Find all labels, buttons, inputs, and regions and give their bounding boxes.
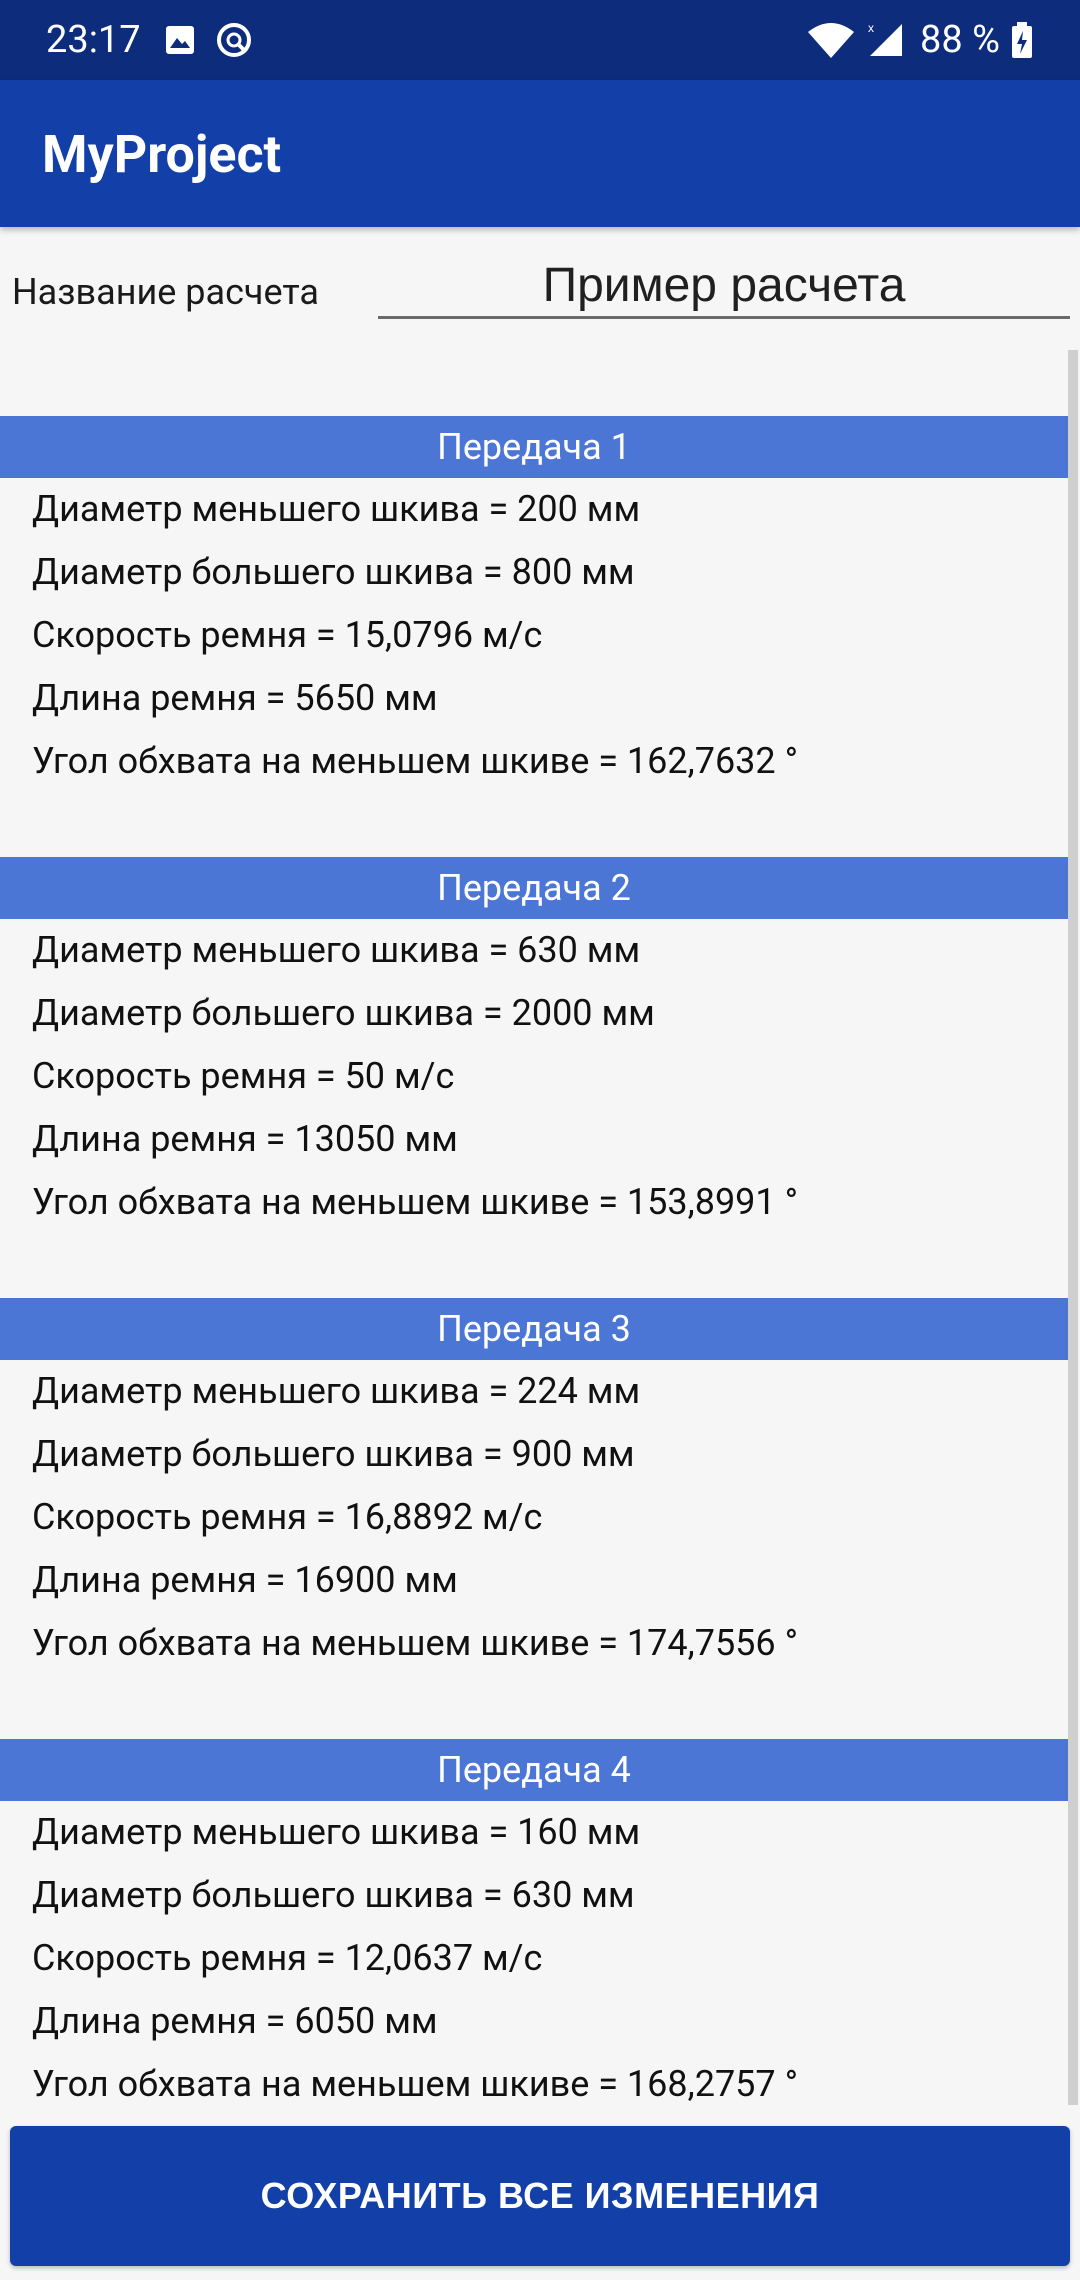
gear-row-belt-speed: Скорость ремня = 12,0637 м/с: [32, 1937, 543, 1979]
save-all-button[interactable]: СОХРАНИТЬ ВСЕ ИЗМЕНЕНИЯ: [10, 2126, 1070, 2266]
app-title: MyProject: [42, 124, 282, 185]
gear-row-belt-speed: Скорость ремня = 50 м/с: [32, 1055, 455, 1097]
gear-row-wrap-angle: Угол обхвата на меньшем шкиве = 153,8991…: [32, 1181, 799, 1223]
app-bar: MyProject: [0, 80, 1080, 227]
gear-header: Передача 4: [0, 1739, 1068, 1801]
wifi-icon: [806, 20, 856, 60]
gear-section-1: Передача 1 Диаметр меньшего шкива = 200 …: [0, 416, 1068, 793]
calc-name-input[interactable]: [378, 255, 1070, 319]
gear-row-belt-speed: Скорость ремня = 15,0796 м/с: [32, 614, 543, 656]
battery-icon: [1010, 20, 1034, 60]
gear-header: Передача 2: [0, 857, 1068, 919]
signal-icon: x: [866, 20, 906, 60]
gear-row-small-pulley: Диаметр меньшего шкива = 224 мм: [32, 1370, 641, 1412]
battery-percent: 88 %: [920, 18, 1000, 62]
gear-row-large-pulley: Диаметр большего шкива = 800 мм: [32, 551, 635, 593]
gear-section-2: Передача 2 Диаметр меньшего шкива = 630 …: [0, 857, 1068, 1234]
calc-name-row: Название расчета: [0, 227, 1080, 347]
gear-row-belt-length: Длина ремня = 6050 мм: [32, 2000, 438, 2042]
gear-row-wrap-angle: Угол обхвата на меньшем шкиве = 168,2757…: [32, 2063, 799, 2105]
gear-row-large-pulley: Диаметр большего шкива = 900 мм: [32, 1433, 635, 1475]
gear-row-wrap-angle: Угол обхвата на меньшем шкиве = 174,7556…: [32, 1622, 799, 1664]
gear-header: Передача 1: [0, 416, 1068, 478]
gear-row-small-pulley: Диаметр меньшего шкива = 200 мм: [32, 488, 641, 530]
gear-row-small-pulley: Диаметр меньшего шкива = 630 мм: [32, 929, 641, 971]
gear-row-large-pulley: Диаметр большего шкива = 2000 мм: [32, 992, 655, 1034]
status-bar: 23:17 x 88 %: [0, 0, 1080, 80]
gear-row-large-pulley: Диаметр большего шкива = 630 мм: [32, 1874, 635, 1916]
gear-row-small-pulley: Диаметр меньшего шкива = 160 мм: [32, 1811, 641, 1853]
scrollbar[interactable]: [1068, 350, 1078, 2105]
status-time: 23:17: [46, 18, 141, 62]
svg-text:x: x: [868, 21, 874, 35]
gear-section-4: Передача 4 Диаметр меньшего шкива = 160 …: [0, 1739, 1068, 2116]
gear-header: Передача 3: [0, 1298, 1068, 1360]
gear-row-belt-length: Длина ремня = 13050 мм: [32, 1118, 458, 1160]
sync-icon: [214, 20, 254, 60]
gear-row-belt-length: Длина ремня = 5650 мм: [32, 677, 438, 719]
gear-section-3: Передача 3 Диаметр меньшего шкива = 224 …: [0, 1298, 1068, 1675]
gear-row-belt-speed: Скорость ремня = 16,8892 м/с: [32, 1496, 543, 1538]
gear-row-wrap-angle: Угол обхвата на меньшем шкиве = 162,7632…: [32, 740, 799, 782]
gear-row-belt-length: Длина ремня = 16900 мм: [32, 1559, 458, 1601]
calc-name-label: Название расчета: [12, 271, 320, 313]
image-icon: [160, 20, 200, 60]
